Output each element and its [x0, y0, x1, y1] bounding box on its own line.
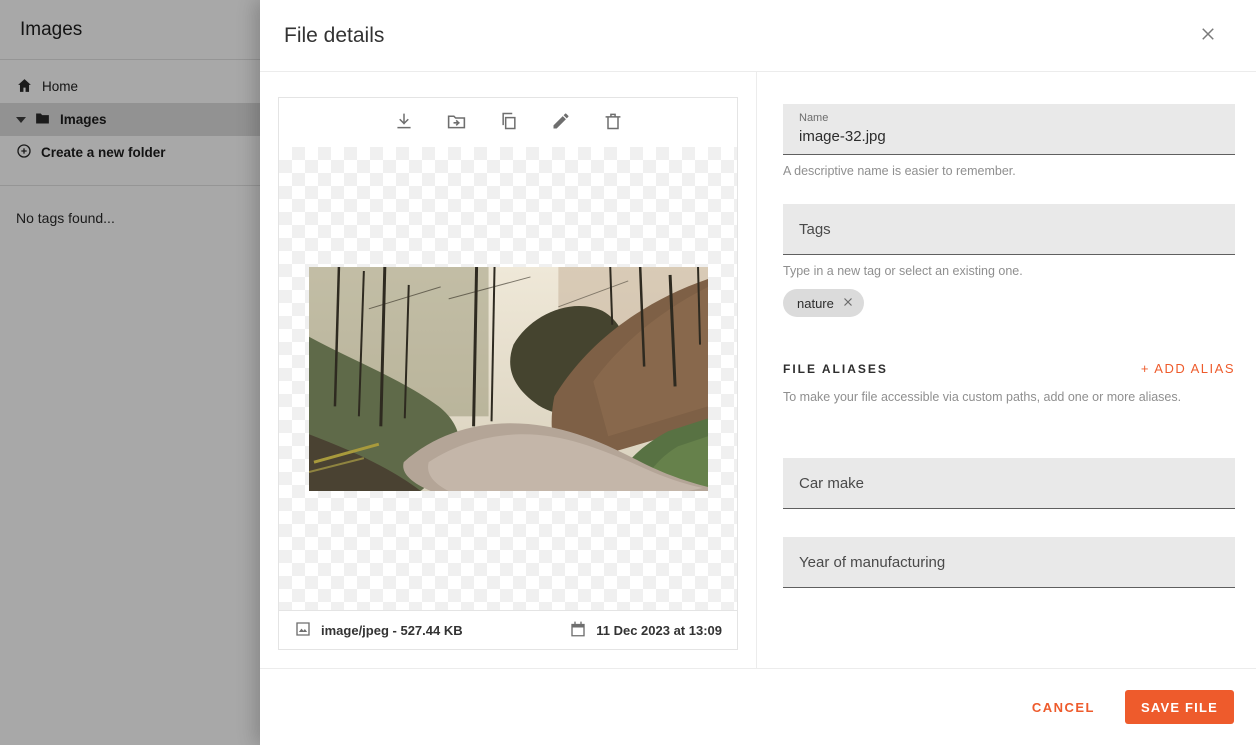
name-field[interactable]: Name image-32.jpg	[783, 104, 1235, 155]
tag-chip-row: nature	[783, 289, 1235, 317]
trash-icon	[603, 111, 623, 134]
move-to-folder-icon	[446, 111, 467, 135]
close-icon	[1199, 25, 1217, 46]
name-field-value: image-32.jpg	[799, 128, 1219, 145]
modal-body: image/jpeg - 527.44 KB 11 Dec 2023 at 13…	[260, 72, 1256, 668]
year-of-manufacturing-placeholder: Year of manufacturing	[799, 554, 945, 571]
delete-button[interactable]	[601, 109, 625, 136]
car-make-field[interactable]: Car make	[783, 458, 1235, 509]
add-alias-button[interactable]: + ADD ALIAS	[1141, 361, 1235, 376]
name-field-label: Name	[799, 112, 1219, 124]
file-aliases-section-header: FILE ALIASES + ADD ALIAS	[783, 361, 1235, 376]
tags-helper-text: Type in a new tag or select an existing …	[783, 264, 1235, 278]
chip-close-icon[interactable]	[842, 296, 854, 311]
calendar-icon	[569, 620, 587, 641]
file-type-size: image/jpeg - 527.44 KB	[294, 620, 463, 641]
file-aliases-heading: FILE ALIASES	[783, 362, 888, 376]
file-type-size-text: image/jpeg - 527.44 KB	[321, 623, 463, 638]
copy-icon	[499, 111, 519, 134]
preview-card: image/jpeg - 527.44 KB 11 Dec 2023 at 13…	[278, 97, 738, 650]
file-date-text: 11 Dec 2023 at 13:09	[596, 623, 722, 638]
file-meta-bar: image/jpeg - 527.44 KB 11 Dec 2023 at 13…	[279, 610, 737, 649]
car-make-placeholder: Car make	[799, 475, 864, 492]
file-date: 11 Dec 2023 at 13:09	[569, 620, 722, 641]
details-form: Name image-32.jpg A descriptive name is …	[757, 72, 1256, 668]
modal-title: File details	[284, 24, 384, 48]
edit-button[interactable]	[549, 109, 573, 136]
file-details-modal: File details	[260, 0, 1256, 745]
tag-chip-nature[interactable]: nature	[783, 289, 864, 317]
modal-header: File details	[260, 0, 1256, 72]
save-file-button[interactable]: SAVE FILE	[1125, 690, 1234, 724]
cancel-button[interactable]: CANCEL	[1032, 700, 1095, 715]
year-of-manufacturing-field[interactable]: Year of manufacturing	[783, 537, 1235, 588]
image-icon	[294, 620, 312, 641]
preview-toolbar	[279, 98, 737, 147]
tags-field-placeholder: Tags	[799, 221, 831, 238]
pencil-icon	[551, 111, 571, 134]
tag-chip-label: nature	[797, 296, 834, 311]
download-button[interactable]	[392, 109, 416, 136]
close-button[interactable]	[1197, 23, 1219, 48]
tags-field[interactable]: Tags	[783, 204, 1235, 255]
preview-pane: image/jpeg - 527.44 KB 11 Dec 2023 at 13…	[260, 72, 757, 668]
aliases-helper-text: To make your file accessible via custom …	[783, 390, 1235, 404]
name-helper-text: A descriptive name is easier to remember…	[783, 164, 1235, 178]
duplicate-button[interactable]	[497, 109, 521, 136]
download-icon	[394, 111, 414, 134]
photo-forest-road	[309, 267, 708, 491]
modal-footer: CANCEL SAVE FILE	[260, 668, 1256, 745]
move-to-folder-button[interactable]	[444, 109, 469, 137]
transparency-checker-canvas	[279, 147, 737, 610]
